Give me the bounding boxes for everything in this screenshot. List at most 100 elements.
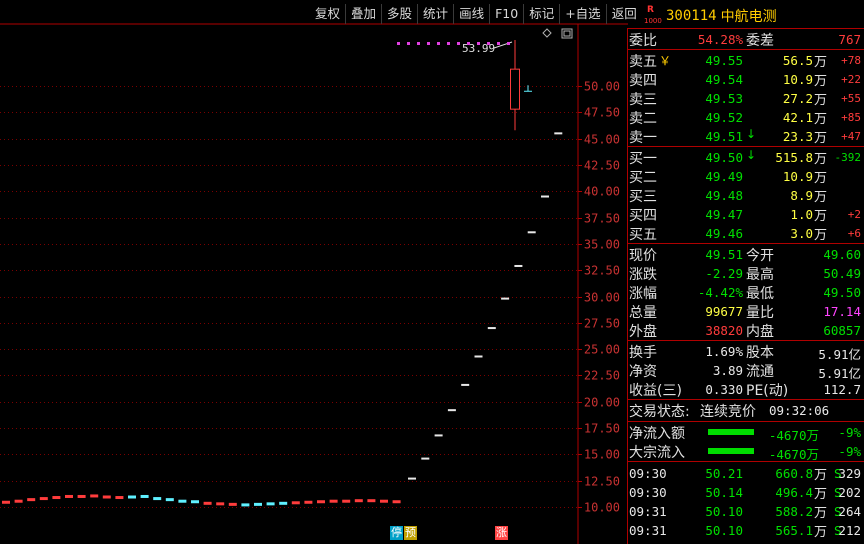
badge-num: 1000 — [644, 17, 662, 25]
tick-row[interactable]: 09:30 50.14 496.4 万 S 202 — [628, 483, 864, 502]
flow-pct: -9% — [838, 444, 861, 459]
ask-price[interactable]: 49.55 — [705, 53, 743, 68]
divider — [628, 421, 864, 422]
weibi-label: 委比 — [629, 33, 657, 49]
ask-unit: 万 — [814, 131, 828, 146]
quote-label: 量比 — [746, 305, 774, 321]
candle — [541, 195, 549, 198]
fundamental-value: 112.7 — [823, 382, 861, 397]
ask-price[interactable]: 49.54 — [705, 72, 743, 87]
toolbar-item[interactable]: +自选 — [559, 4, 605, 24]
toolbar-item[interactable]: F10 — [489, 4, 523, 24]
ask-price[interactable]: 49.53 — [705, 91, 743, 106]
quote-label: 最高 — [746, 267, 774, 283]
event-flag[interactable]: 涨 — [495, 526, 508, 540]
diamond-icon[interactable] — [542, 28, 552, 38]
tick-price: 50.21 — [705, 466, 743, 481]
bid-volume: 1.0 — [790, 207, 813, 222]
tick-volume: 496.4 — [775, 485, 813, 500]
bid-price[interactable]: 49.48 — [705, 188, 743, 203]
tick-time: 09:31 — [629, 504, 667, 519]
financing-badge-icon: R 1000 — [644, 5, 664, 27]
ask-price[interactable]: 49.52 — [705, 110, 743, 125]
toolbar-item[interactable]: 叠加 — [345, 4, 381, 24]
candle — [178, 499, 187, 503]
candle — [342, 499, 351, 503]
quote-value: -4.42% — [697, 285, 743, 300]
ask-price[interactable]: 49.51 — [705, 129, 743, 144]
fundamental-label: 流通 — [746, 364, 774, 380]
ask-level-label: 卖四 — [629, 73, 657, 89]
bid-unit: 万 — [814, 152, 828, 167]
ask-volume: 23.3 — [782, 129, 813, 144]
tick-price: 50.10 — [705, 504, 743, 519]
candle — [128, 495, 136, 499]
bid-price[interactable]: 49.46 — [705, 226, 743, 241]
candle — [254, 502, 262, 506]
candle — [380, 499, 388, 503]
price-tick-label: 35.00 — [584, 238, 620, 252]
quote-label: 最低 — [746, 286, 774, 302]
bid-volume: 515.8 — [775, 150, 813, 165]
toolbar-item[interactable]: 标记 — [523, 4, 559, 24]
price-tick-label: 30.00 — [584, 291, 620, 305]
badge-r: R — [647, 5, 654, 15]
bid-price[interactable]: 49.47 — [705, 207, 743, 222]
quote-panel: 委比 54.28% 委差 767 卖五 ￥ 49.55 56.5 万 +78 卖四 49.54… — [627, 28, 864, 544]
candle — [304, 500, 313, 504]
candle — [241, 503, 250, 507]
price-tick-label: 22.50 — [584, 369, 620, 383]
event-flag[interactable]: 停 — [390, 526, 403, 540]
price-tick-label: 42.50 — [584, 159, 620, 173]
bid-unit: 万 — [814, 228, 828, 243]
price-tick-label: 15.00 — [584, 448, 620, 462]
square-icon-inner — [563, 30, 571, 37]
candle — [228, 502, 237, 506]
tick-time: 09:30 — [629, 485, 667, 500]
toolbar-item[interactable]: 统计 — [417, 4, 453, 24]
price-tick-label: 20.00 — [584, 396, 620, 410]
candle — [39, 497, 48, 501]
quote-value: 49.60 — [823, 247, 861, 262]
price-tick-label: 37.50 — [584, 212, 620, 226]
toolbar-item[interactable]: 复权 — [310, 4, 345, 24]
candle — [279, 501, 288, 505]
tick-unit: 万 — [814, 487, 828, 502]
bid-unit: 万 — [814, 190, 828, 205]
price-tick-label: 45.00 — [584, 133, 620, 147]
tick-unit: 万 — [814, 468, 828, 483]
bid-level-label: 买一 — [629, 151, 657, 167]
stock-header: R 1000 300114 中航电测 — [628, 4, 864, 28]
toolbar-item[interactable]: 多股 — [381, 4, 417, 24]
flow-value: -4670万 — [768, 428, 819, 443]
quote-label: 涨跌 — [629, 267, 657, 283]
ask-change: +55 — [841, 92, 861, 105]
target-dot — [467, 42, 470, 45]
price-tick-label: 25.00 — [584, 343, 620, 357]
tick-row[interactable]: 09:31 50.10 565.1 万 S 212 — [628, 521, 864, 540]
event-flag[interactable]: 预 — [404, 526, 417, 540]
candle — [266, 502, 275, 506]
candle — [140, 494, 149, 498]
candle — [487, 327, 496, 330]
quote-label: 内盘 — [746, 324, 774, 340]
tick-count: 212 — [838, 523, 861, 538]
kline-chart-svg[interactable]: 50.00 47.50 45.00 42.50 40.00 37.50 35.00 32.50… — [0, 0, 628, 544]
flow-bar — [708, 448, 754, 454]
fundamental-value: 3.89 — [712, 363, 743, 378]
tick-row[interactable]: 09:30 50.21 660.8 万 S 329 — [628, 464, 864, 483]
candle — [474, 355, 483, 358]
ask-level-label: 卖五 — [629, 54, 657, 70]
down-arrow-icon: ↓ — [746, 148, 757, 162]
ask-change: +85 — [841, 111, 861, 124]
tick-row[interactable]: 09:31 50.10 588.2 万 S 264 — [628, 502, 864, 521]
candle — [367, 499, 376, 503]
bid-price[interactable]: 49.50 — [705, 150, 743, 165]
tick-time: 09:31 — [629, 523, 667, 538]
quote-label: 总量 — [629, 305, 657, 321]
toolbar-item[interactable]: 画线 — [453, 4, 489, 24]
bid-price[interactable]: 49.49 — [705, 169, 743, 184]
target-dot — [417, 42, 420, 45]
kline-chart[interactable]: 50.00 47.50 45.00 42.50 40.00 37.50 35.00 32.50… — [0, 0, 628, 544]
candle — [434, 434, 443, 437]
